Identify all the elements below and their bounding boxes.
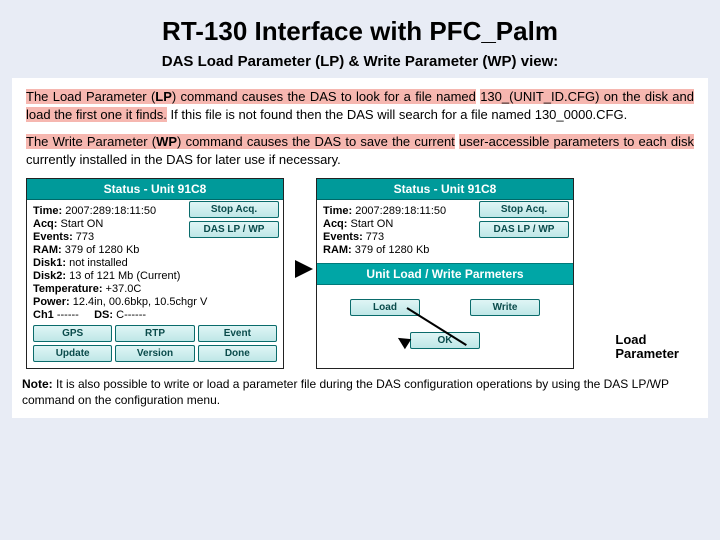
lp-paragraph: The Load Parameter (LP) command causes t… xyxy=(26,88,694,123)
ok-button[interactable]: OK xyxy=(410,332,480,349)
screens-row: Status - Unit 91C8 Time: 2007:289:18:11:… xyxy=(26,178,694,369)
status-screen-left: Status - Unit 91C8 Time: 2007:289:18:11:… xyxy=(26,178,284,369)
gps-button[interactable]: GPS xyxy=(33,325,112,342)
page-title: RT-130 Interface with PFC_Palm xyxy=(30,16,690,47)
update-button[interactable]: Update xyxy=(33,345,112,362)
page-subtitle: DAS Load Parameter (LP) & Write Paramete… xyxy=(30,53,690,70)
wp-paragraph: The Write Parameter (WP) command causes … xyxy=(26,133,694,168)
version-button[interactable]: Version xyxy=(115,345,194,362)
rtp-button[interactable]: RTP xyxy=(115,325,194,342)
das-lp-wp-button[interactable]: DAS LP / WP xyxy=(479,221,569,238)
transition-arrow-icon xyxy=(295,260,313,278)
status-screen-right: Status - Unit 91C8 Time: 2007:289:18:11:… xyxy=(316,178,574,369)
description-box: The Load Parameter (LP) command causes t… xyxy=(12,78,708,418)
event-button[interactable]: Event xyxy=(198,325,277,342)
write-button[interactable]: Write xyxy=(470,299,540,316)
load-parameter-label: Load Parameter xyxy=(615,333,679,362)
stop-acq-button[interactable]: Stop Acq. xyxy=(189,201,279,218)
stop-acq-button[interactable]: Stop Acq. xyxy=(479,201,569,218)
done-button[interactable]: Done xyxy=(198,345,277,362)
load-write-section-title: Unit Load / Write Parmeters xyxy=(317,263,573,285)
status-titlebar: Status - Unit 91C8 xyxy=(317,179,573,200)
das-lp-wp-button[interactable]: DAS LP / WP xyxy=(189,221,279,238)
status-titlebar: Status - Unit 91C8 xyxy=(27,179,283,200)
footnote: Note: It is also possible to write or lo… xyxy=(22,377,698,408)
